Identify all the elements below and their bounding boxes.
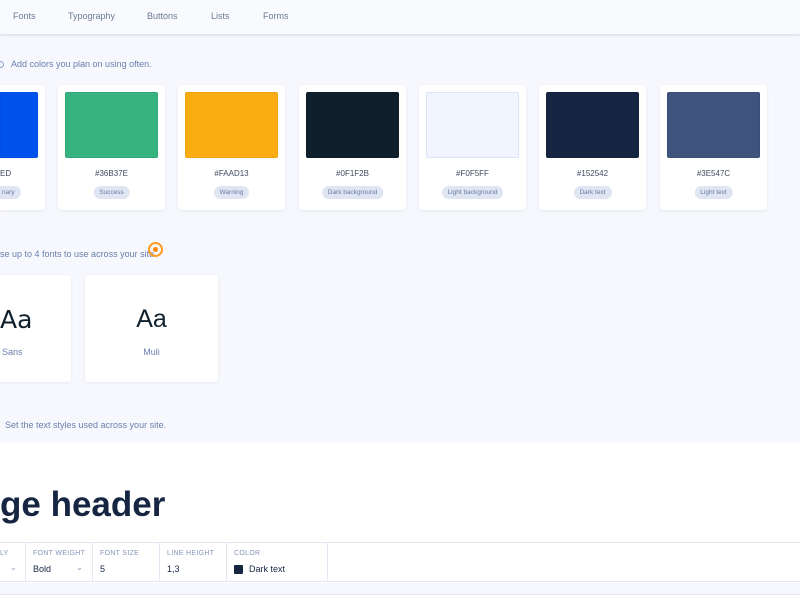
color-card[interactable]: #152542 Dark text — [539, 85, 646, 210]
field-value: 5 — [100, 564, 106, 574]
text-style-card: ge header LY ⌄ FONT WEIGHT Bold ⌄ FONT SIZE… — [0, 443, 800, 583]
font-weight-select[interactable]: FONT WEIGHT Bold ⌄ — [26, 543, 93, 582]
typography-subtitle: Set the text styles used across your sit… — [5, 420, 167, 430]
color-swatch — [0, 92, 38, 158]
color-hex: ED — [0, 169, 12, 178]
color-card[interactable]: #F0F5FF Light background — [419, 85, 526, 210]
color-hex: #152542 — [576, 169, 609, 178]
nav-lists[interactable]: Lists — [211, 11, 230, 21]
color-swatch — [65, 92, 158, 158]
font-name: Muli — [143, 347, 160, 357]
field-value: Dark text — [249, 564, 286, 574]
color-card[interactable]: #FAAD13 Warning — [178, 85, 285, 210]
field-value: Bold — [33, 564, 52, 574]
top-nav: Fonts Typography Buttons Lists Forms — [0, 0, 800, 34]
font-family-select[interactable]: LY ⌄ — [0, 543, 26, 582]
chevron-down-icon: ⌄ — [10, 563, 17, 572]
nav-buttons[interactable]: Buttons — [147, 11, 178, 21]
font-card[interactable]: Aa Sans — [0, 275, 71, 382]
font-name: Sans — [2, 347, 23, 357]
chevron-down-icon: ⌄ — [76, 563, 83, 572]
color-label: Dark text — [573, 186, 612, 199]
color-swatch — [306, 92, 399, 158]
section-icon — [0, 61, 4, 68]
color-hex: #F0F5FF — [456, 169, 489, 178]
color-hex: #0F1F2B — [336, 169, 369, 178]
color-swatch — [546, 92, 639, 158]
color-label: Light text — [694, 186, 733, 199]
font-sample: Aa — [136, 305, 167, 333]
color-select[interactable]: COLOR Dark text — [227, 543, 328, 582]
field-label: FONT WEIGHT — [33, 550, 86, 557]
colors-subtitle: Add colors you plan on using often. — [11, 59, 152, 69]
field-label: COLOR — [234, 550, 261, 557]
color-label: Light background — [441, 186, 504, 199]
color-chip — [234, 565, 243, 574]
color-swatch — [426, 92, 519, 158]
color-label: Dark background — [321, 186, 384, 199]
font-sample: Aa — [0, 305, 33, 334]
font-size-input[interactable]: FONT SIZE 5 — [93, 543, 160, 582]
color-hex: #FAAD13 — [214, 169, 249, 178]
field-label: FONT SIZE — [100, 550, 140, 557]
nav-fonts[interactable]: Fonts — [13, 11, 36, 21]
field-value: 1,3 — [167, 564, 180, 574]
cursor-indicator — [148, 242, 163, 257]
color-swatch — [185, 92, 278, 158]
text-style-properties: LY ⌄ FONT WEIGHT Bold ⌄ FONT SIZE 5 LINE HEI… — [0, 542, 800, 582]
color-hex: #3E547C — [696, 169, 731, 178]
field-label: LY — [0, 550, 9, 557]
nav-typography[interactable]: Typography — [68, 11, 115, 21]
color-card[interactable]: #3E547C Light text — [660, 85, 767, 210]
color-hex: #36B37E — [95, 169, 128, 178]
text-style-preview: ge header — [0, 485, 166, 524]
color-label: Warning — [213, 186, 250, 199]
color-card[interactable]: #0F1F2B Dark background — [299, 85, 406, 210]
font-card[interactable]: Aa Muli — [85, 275, 218, 382]
color-label: nary — [0, 186, 21, 199]
fonts-subtitle: se up to 4 fonts to use across your site… — [0, 249, 157, 259]
color-card[interactable]: #36B37E Success — [58, 85, 165, 210]
line-height-input[interactable]: LINE HEIGHT 1,3 — [160, 543, 227, 582]
color-swatch — [667, 92, 760, 158]
nav-forms[interactable]: Forms — [263, 11, 289, 21]
next-card — [0, 594, 800, 600]
field-label: LINE HEIGHT — [167, 550, 215, 557]
color-card[interactable]: ED nary — [0, 85, 45, 210]
color-label: Success — [93, 186, 130, 199]
